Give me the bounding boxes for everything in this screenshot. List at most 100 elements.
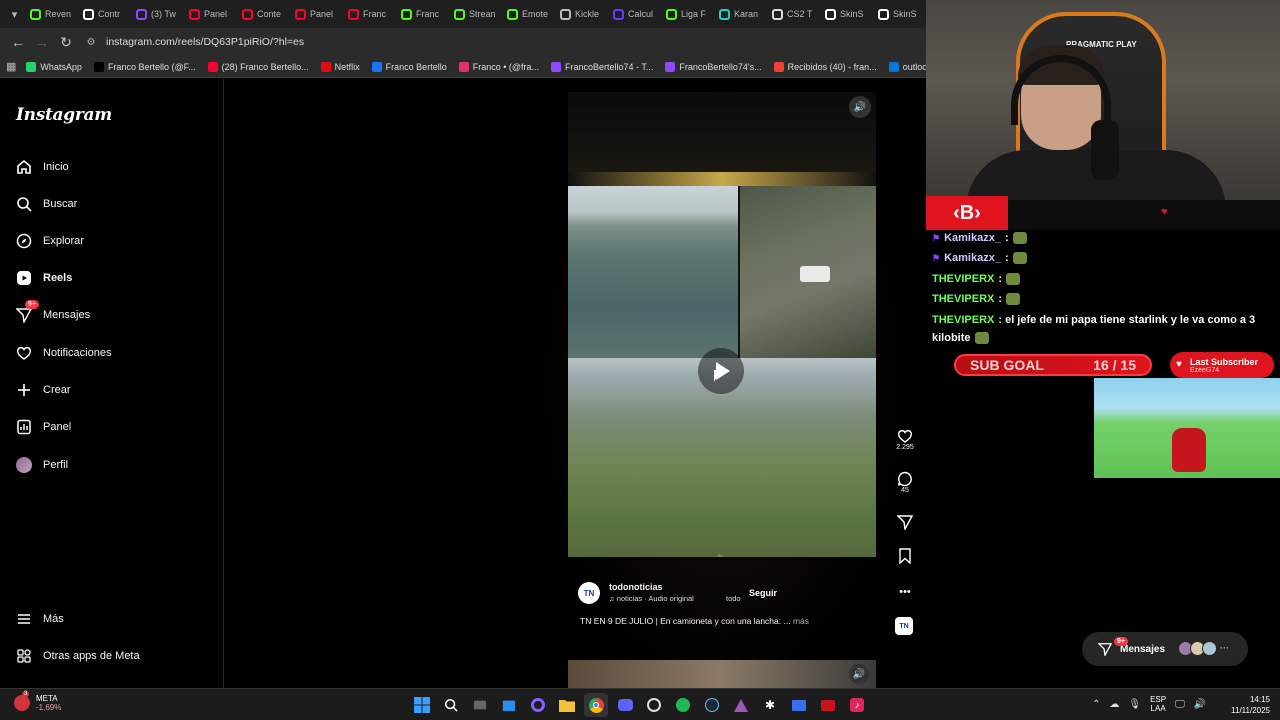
browser-tab[interactable]: Franc <box>396 3 449 25</box>
steam-icon[interactable] <box>700 693 724 717</box>
reel-video[interactable] <box>568 172 876 557</box>
chat-emote-icon <box>1012 232 1027 244</box>
task-view-icon[interactable] <box>468 693 492 717</box>
bookmark-item[interactable]: FrancoBertello74's... <box>665 61 762 72</box>
bookmark-item[interactable]: FrancoBertello74 - T... <box>551 61 653 72</box>
twitch-badge-icon: ⚑ <box>932 232 941 243</box>
messages-pill[interactable]: 9+ Mensajes ··· <box>1082 632 1248 666</box>
nav-panel[interactable]: Panel <box>15 415 71 439</box>
share-button[interactable] <box>890 514 920 530</box>
forward-button[interactable]: → <box>30 30 54 54</box>
kickle-icon <box>560 8 571 20</box>
apps-grid-icon[interactable]: ▦ <box>6 60 16 73</box>
account-name[interactable]: todonoticias <box>609 582 663 592</box>
chat-emote-icon <box>1006 273 1021 285</box>
chrome-icon[interactable] <box>584 693 608 717</box>
nav-buscar[interactable]: Buscar <box>15 192 77 216</box>
network-icon[interactable]: 🖵 <box>1175 699 1185 710</box>
discord-icon[interactable] <box>613 693 637 717</box>
microphone-tray-icon[interactable]: 🎙 <box>1128 699 1141 710</box>
chat-message: kilobite <box>932 332 989 344</box>
nav-perfil[interactable]: Perfil <box>15 453 68 477</box>
like-button[interactable]: 2.295 <box>890 428 920 451</box>
browser-tab[interactable]: Reven <box>25 3 78 25</box>
browser-tab[interactable]: Liga F <box>661 3 714 25</box>
browser-tab[interactable]: SkinS <box>873 3 926 25</box>
copilot-icon[interactable] <box>526 693 550 717</box>
bookmark-item[interactable]: Franco Bertello <box>371 61 447 72</box>
save-button[interactable] <box>890 548 920 564</box>
bookmark-item[interactable]: Franco Bertello (@F... <box>93 61 196 72</box>
messages-avatars: ··· <box>1178 641 1238 657</box>
windows-start-icon[interactable] <box>410 693 434 717</box>
cloud-icon[interactable]: ☁ <box>1109 699 1119 710</box>
browser-tab[interactable]: Karan <box>714 3 767 25</box>
reload-button[interactable]: ↻ <box>54 30 78 54</box>
next-reel-preview[interactable] <box>568 660 876 688</box>
tray-chevron-icon[interactable]: ⌃ <box>1092 699 1100 710</box>
bookmark-item[interactable]: Franco • (@fra... <box>458 61 539 72</box>
more-options-icon[interactable]: ••• <box>890 586 920 598</box>
app-monitor-icon[interactable] <box>787 693 811 717</box>
browser-tab[interactable]: Panel <box>290 3 343 25</box>
language-indicator[interactable]: ESP LAA <box>1150 695 1166 713</box>
browser-tab[interactable]: Conte <box>237 3 290 25</box>
volume-icon[interactable]: 🔊 <box>849 96 871 118</box>
browser-tab[interactable]: SkinS <box>820 3 873 25</box>
nav-crear[interactable]: Crear <box>15 378 71 402</box>
browser-tab[interactable]: Calcul <box>608 3 661 25</box>
follow-button[interactable]: Seguir <box>744 585 782 601</box>
bookmark-label: Franco Bertello <box>385 61 447 72</box>
bookmark-item[interactable]: (28) Franco Bertello... <box>207 61 309 72</box>
nav-mensajes[interactable]: 9+ Mensajes <box>15 300 90 327</box>
nav-mas[interactable]: Más <box>15 607 64 631</box>
bookmark-item[interactable]: Recibidos (40) - fran... <box>773 61 877 72</box>
clock[interactable]: 14:15 11/11/2025 <box>1222 694 1270 716</box>
stock-widget[interactable]: 3 META -1,69% <box>14 691 61 712</box>
nav-explorar[interactable]: Explorar <box>15 229 84 253</box>
nav-notificaciones[interactable]: Notificaciones <box>15 341 111 365</box>
play-button[interactable] <box>698 348 744 394</box>
site-info-icon[interactable]: ⚙ <box>84 35 98 49</box>
bookmark-item[interactable]: Netflix <box>320 61 360 72</box>
next-reel-volume-icon[interactable]: 🔊 <box>849 664 869 684</box>
obs-icon[interactable] <box>642 693 666 717</box>
tab-list-icon[interactable]: ▾ <box>4 4 25 24</box>
tiktok-icon[interactable]: ♪ <box>845 693 869 717</box>
messages-badge: 9+ <box>1114 637 1128 646</box>
browser-tab[interactable]: Contr <box>78 3 131 25</box>
bookmark-favicon-icon <box>551 61 562 72</box>
instagram-logo[interactable]: Instagram <box>16 105 112 125</box>
comment-button[interactable]: 45 <box>890 471 920 494</box>
spotify-icon[interactable] <box>671 693 695 717</box>
stream-logo-icon: ‹B› <box>926 196 1008 230</box>
browser-tab[interactable]: (3) Tw <box>131 3 184 25</box>
tab-label: CS2 T <box>787 9 813 19</box>
browser-tab[interactable]: Kickle <box>555 3 608 25</box>
audio-thumbnail[interactable]: TN <box>895 617 913 635</box>
browser-tab[interactable]: Panel <box>184 3 237 25</box>
back-button[interactable]: ← <box>6 30 30 54</box>
browser-tab[interactable]: Emote <box>502 3 555 25</box>
app-triangle-icon[interactable] <box>729 693 753 717</box>
twitch-icon <box>136 8 147 20</box>
browser-tab[interactable]: Strean <box>449 3 502 25</box>
bookmark-item[interactable]: outlook <box>888 61 926 72</box>
search-icon[interactable] <box>439 693 463 717</box>
caption-more-link[interactable]: más <box>793 616 809 626</box>
nav-meta-apps[interactable]: Otras apps de Meta <box>15 644 140 668</box>
nav-inicio[interactable]: Inicio <box>15 155 69 179</box>
url-field[interactable]: ⚙ instagram.com/reels/DQ63P1piRiO/?hl=es <box>84 31 926 53</box>
audio-label[interactable]: ♫ noticias · Audio original <box>609 594 694 603</box>
browser-tab[interactable]: Franc <box>343 3 396 25</box>
file-explorer-icon[interactable] <box>555 693 579 717</box>
nav-label: Buscar <box>43 198 78 210</box>
bookmark-item[interactable]: WhatsApp <box>26 61 82 72</box>
app-tools-icon[interactable]: ✱ <box>758 693 782 717</box>
volume-tray-icon[interactable]: 🔊 <box>1194 699 1206 710</box>
browser-tab[interactable]: CS2 T <box>767 3 820 25</box>
store-icon[interactable] <box>497 693 521 717</box>
account-avatar[interactable]: TN <box>578 582 600 604</box>
app-red-icon[interactable] <box>816 693 840 717</box>
nav-reels[interactable]: Reels <box>15 266 72 290</box>
